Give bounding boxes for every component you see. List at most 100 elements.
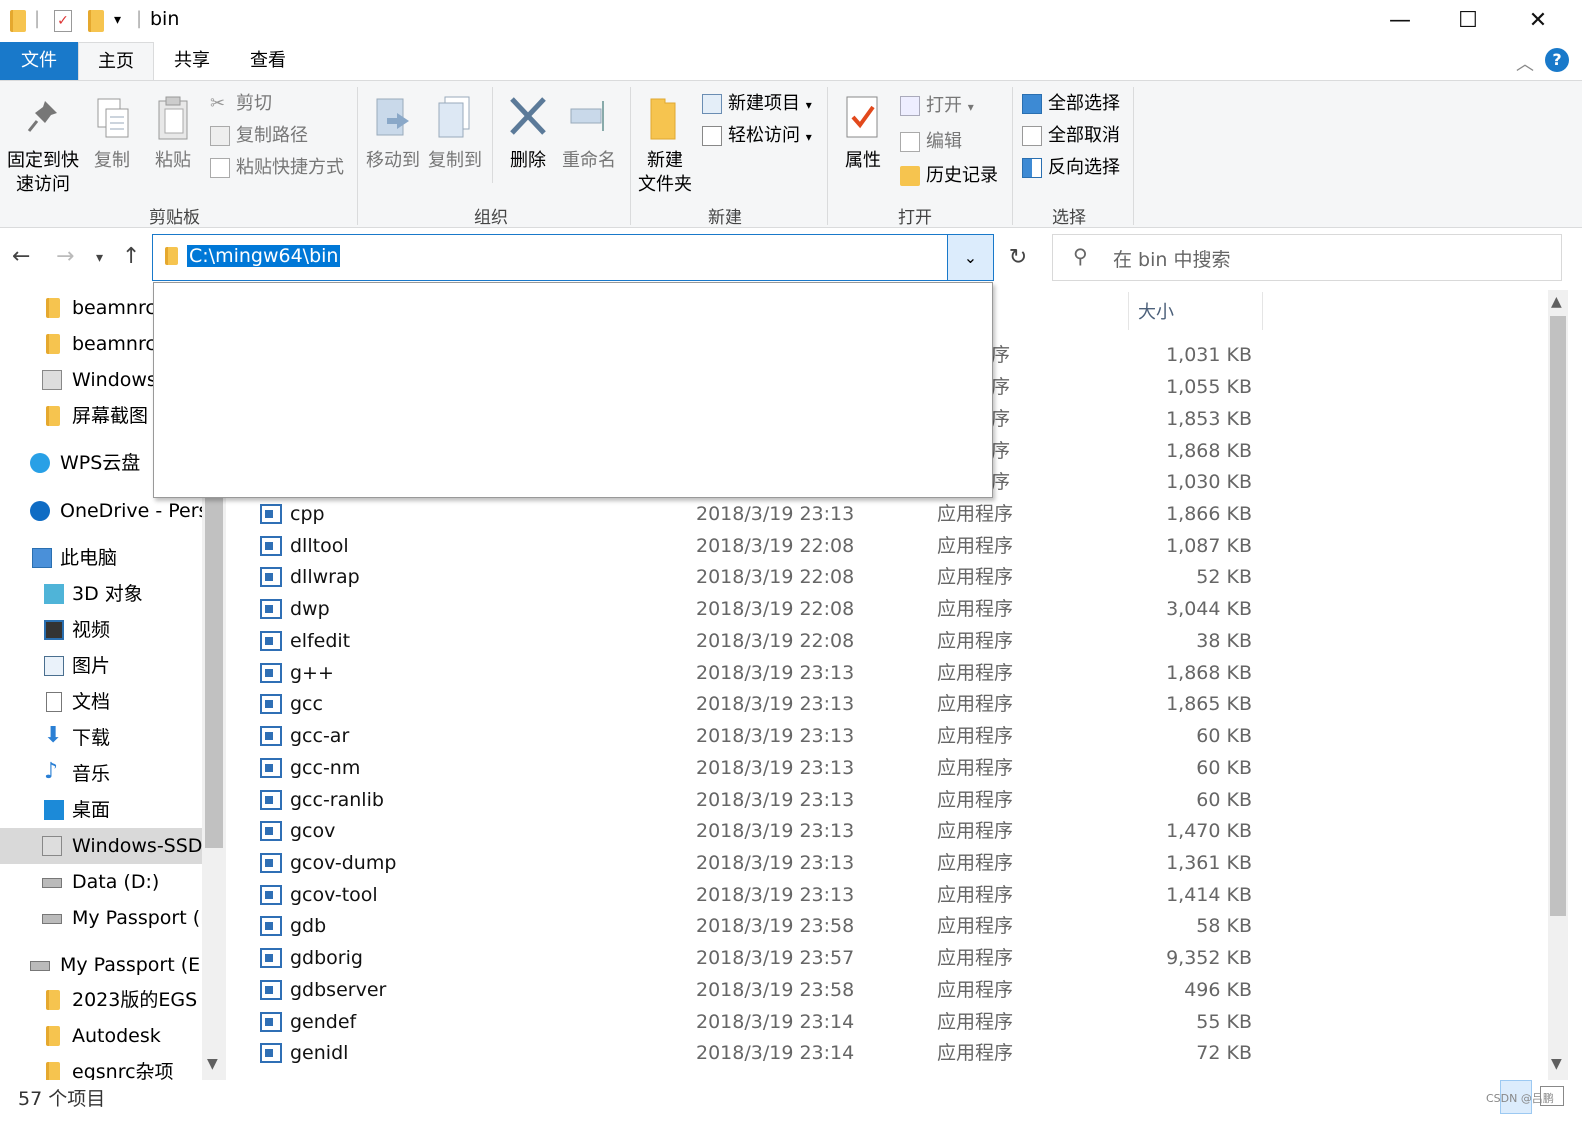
nav-item-this-pc[interactable]: 此电脑 xyxy=(0,540,202,576)
file-row[interactable]: genidl 2018/3/19 23:14 应用程序 72 KB xyxy=(246,1037,1496,1069)
file-size: 1,087 KB xyxy=(1166,535,1252,557)
video-icon xyxy=(44,620,64,640)
nav-item-documents[interactable]: 文档 xyxy=(0,684,202,720)
file-row[interactable]: gdbserver 2018/3/19 23:58 应用程序 496 KB xyxy=(246,974,1496,1006)
file-row[interactable]: elfedit 2018/3/19 22:08 应用程序 38 KB xyxy=(246,625,1496,657)
file-name: gcc xyxy=(290,693,323,715)
cut-button[interactable]: ✂ 剪切 xyxy=(210,89,272,119)
address-suggestions-dropdown[interactable] xyxy=(153,282,993,498)
nav-item-egs-2023[interactable]: 2023版的EGS xyxy=(0,982,202,1018)
select-all-button[interactable]: 全部选择 xyxy=(1022,89,1120,119)
select-none-button[interactable]: 全部取消 xyxy=(1022,121,1120,151)
customize-toolbar-icon[interactable]: ▾ xyxy=(114,12,121,28)
delete-button[interactable]: 删除 xyxy=(500,95,556,173)
nav-item-pictures[interactable]: 图片 xyxy=(0,648,202,684)
paste-shortcut-button[interactable]: 粘贴快捷方式 xyxy=(210,153,344,183)
file-row[interactable]: gcc-ar 2018/3/19 23:13 应用程序 60 KB xyxy=(246,720,1496,752)
history-button[interactable]: 历史记录 xyxy=(900,161,998,191)
file-size: 1,868 KB xyxy=(1166,662,1252,684)
file-type: 应用程序 xyxy=(937,1011,1014,1033)
tab-file[interactable]: 文件 xyxy=(0,42,78,80)
file-row[interactable]: gdb 2018/3/19 23:58 应用程序 58 KB xyxy=(246,910,1496,942)
new-folder-quick-icon[interactable] xyxy=(88,10,104,32)
file-row[interactable]: dlltool 2018/3/19 22:08 应用程序 1,087 KB xyxy=(246,530,1496,562)
file-row[interactable]: gcov-tool 2018/3/19 23:13 应用程序 1,414 KB xyxy=(246,879,1496,911)
address-path[interactable]: C:\mingw64\bin xyxy=(187,245,341,267)
recent-locations-chevron-icon[interactable]: ▾ xyxy=(96,250,103,266)
file-name: gcc-nm xyxy=(290,757,361,779)
nav-item-my-passport[interactable]: My Passport (E: xyxy=(0,900,202,936)
nav-item-3d-objects[interactable]: 3D 对象 xyxy=(0,576,202,612)
help-icon[interactable]: ? xyxy=(1545,48,1569,72)
copy-to-button[interactable]: 复制到 xyxy=(426,95,484,173)
easy-access-label: 轻松访问 xyxy=(728,125,800,146)
file-name: dlltool xyxy=(290,535,349,557)
window-title: bin xyxy=(150,8,180,30)
new-folder-button[interactable]: 新建 文件夹 xyxy=(636,95,694,197)
close-button[interactable]: ✕ xyxy=(1508,4,1568,38)
file-row[interactable]: gcc-nm 2018/3/19 23:13 应用程序 60 KB xyxy=(246,752,1496,784)
easy-access-button[interactable]: 轻松访问 ▾ xyxy=(702,121,812,151)
tab-home[interactable]: 主页 xyxy=(78,42,154,80)
minimize-button[interactable]: — xyxy=(1370,4,1430,38)
file-row[interactable]: gendef 2018/3/19 23:14 应用程序 55 KB xyxy=(246,1006,1496,1038)
nav-item-desktop[interactable]: 桌面 xyxy=(0,792,202,828)
file-row[interactable]: gdborig 2018/3/19 23:57 应用程序 9,352 KB xyxy=(246,942,1496,974)
nav-item-data-d[interactable]: Data (D:) xyxy=(0,864,202,900)
address-input[interactable]: C:\mingw64\bin ⌄ xyxy=(152,234,994,281)
nav-item-autodesk[interactable]: Autodesk xyxy=(0,1018,202,1054)
nav-item-egsnrc-misc[interactable]: egsnrc杂项 xyxy=(0,1054,202,1080)
nav-item-videos[interactable]: 视频 xyxy=(0,612,202,648)
tab-share[interactable]: 共享 xyxy=(154,42,230,80)
new-item-button[interactable]: 新建项目 ▾ xyxy=(702,89,812,119)
paste-button[interactable]: 粘贴 xyxy=(148,95,198,173)
group-label-new: 新建 xyxy=(708,208,742,228)
forward-arrow-icon[interactable]: → xyxy=(56,244,74,269)
column-header-size[interactable]: 大小 xyxy=(1138,298,1174,324)
scissors-icon: ✂ xyxy=(210,93,226,114)
search-box[interactable]: ⚲ 在 bin 中搜索 xyxy=(1052,234,1562,281)
exe-icon xyxy=(260,631,282,651)
drive-icon xyxy=(30,961,50,971)
file-row[interactable]: cpp 2018/3/19 23:13 应用程序 1,866 KB xyxy=(246,498,1496,530)
edit-button[interactable]: 编辑 xyxy=(900,127,962,157)
file-row[interactable]: gcov-dump 2018/3/19 23:13 应用程序 1,361 KB xyxy=(246,847,1496,879)
rename-button[interactable]: 重命名 xyxy=(560,95,618,173)
properties-icon xyxy=(846,96,878,138)
nav-item-onedrive[interactable]: OneDrive - Perso xyxy=(0,493,202,529)
new-folder-label-line2: 文件夹 xyxy=(638,174,692,195)
pin-quick-access-button[interactable]: 固定到快 速访问 xyxy=(4,95,82,197)
nav-item-music[interactable]: ♪ 音乐 xyxy=(0,756,202,792)
maximize-button[interactable]: ☐ xyxy=(1438,4,1498,38)
tab-view[interactable]: 查看 xyxy=(230,42,306,80)
refresh-button[interactable]: ↻ xyxy=(996,234,1040,281)
copy-path-button[interactable]: 复制路径 xyxy=(210,121,308,151)
file-list-scrollbar[interactable]: ▲ ▼ xyxy=(1548,290,1568,1080)
copy-button[interactable]: 复制 xyxy=(88,95,136,173)
invert-selection-button[interactable]: 反向选择 xyxy=(1022,153,1120,183)
file-type: 应用程序 xyxy=(937,662,1014,684)
nav-item-downloads[interactable]: ⬇ 下载 xyxy=(0,720,202,756)
scroll-down-arrow-icon[interactable]: ▼ xyxy=(207,1056,218,1072)
nav-item-my-passport-root[interactable]: My Passport (E:) xyxy=(0,947,202,983)
file-row[interactable]: gcc 2018/3/19 23:13 应用程序 1,865 KB xyxy=(246,688,1496,720)
file-row[interactable]: g++ 2018/3/19 23:13 应用程序 1,868 KB xyxy=(246,657,1496,689)
select-none-icon xyxy=(1022,126,1042,146)
properties-button[interactable]: 属性 xyxy=(836,95,890,173)
file-list-scroll-thumb[interactable] xyxy=(1550,316,1566,916)
back-arrow-icon[interactable]: ← xyxy=(12,244,30,269)
open-button[interactable]: 打开 ▾ xyxy=(900,91,974,121)
collapse-ribbon-icon[interactable]: ︿ xyxy=(1516,50,1534,76)
address-dropdown-button[interactable]: ⌄ xyxy=(947,235,993,280)
file-name: gendef xyxy=(290,1011,357,1033)
scroll-down-arrow-icon[interactable]: ▼ xyxy=(1551,1056,1562,1072)
nav-item-windows-ssd[interactable]: Windows-SSD ( xyxy=(0,828,202,864)
scroll-up-arrow-icon[interactable]: ▲ xyxy=(1551,294,1562,310)
file-row[interactable]: dwp 2018/3/19 22:08 应用程序 3,044 KB xyxy=(246,593,1496,625)
properties-quick-icon[interactable]: ✓ xyxy=(54,10,72,32)
file-row[interactable]: gcc-ranlib 2018/3/19 23:13 应用程序 60 KB xyxy=(246,784,1496,816)
file-row[interactable]: dllwrap 2018/3/19 22:08 应用程序 52 KB xyxy=(246,561,1496,593)
file-row[interactable]: gcov 2018/3/19 23:13 应用程序 1,470 KB xyxy=(246,815,1496,847)
up-arrow-icon[interactable]: ↑ xyxy=(122,244,140,269)
move-to-button[interactable]: 移动到 xyxy=(364,95,422,173)
